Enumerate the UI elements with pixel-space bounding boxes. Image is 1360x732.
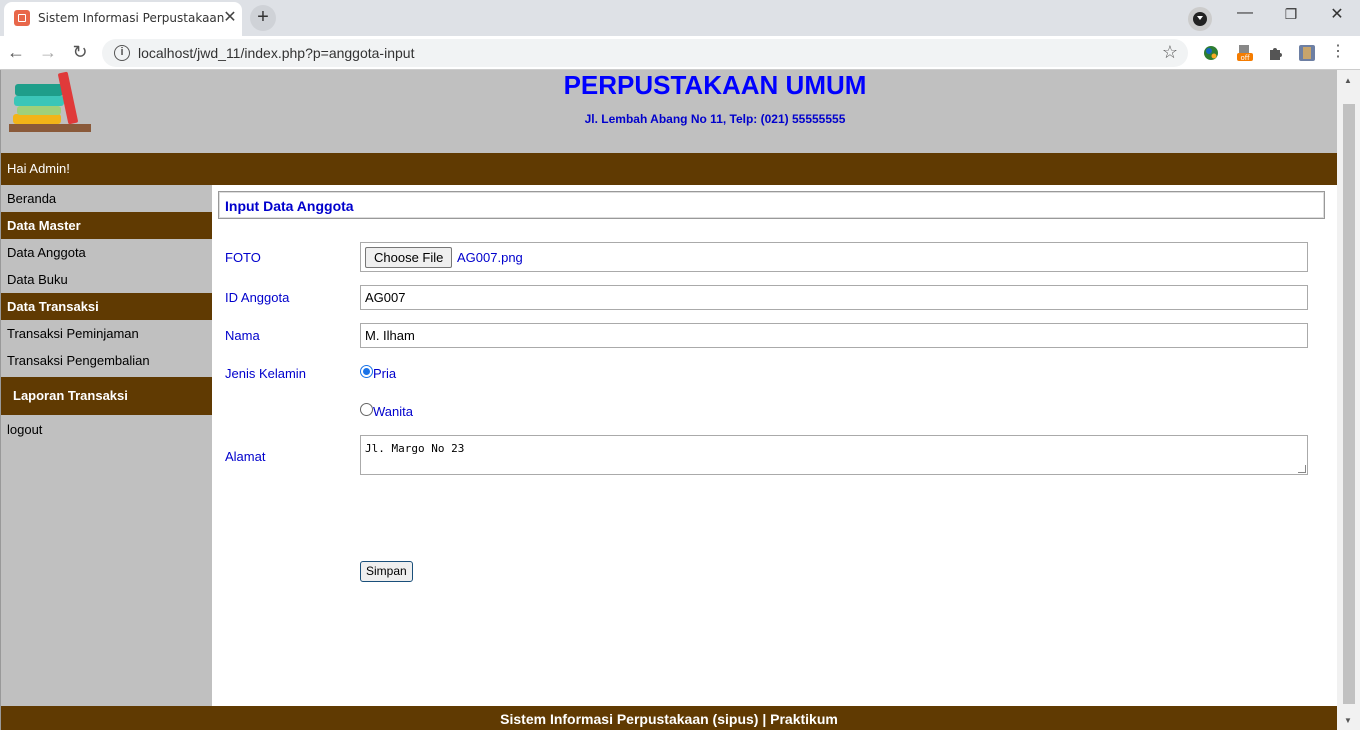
simpan-button[interactable]: Simpan: [360, 561, 413, 582]
nama-input[interactable]: M. Ilham: [360, 323, 1308, 348]
sidebar-item-data-buku[interactable]: Data Buku: [1, 266, 212, 293]
star-icon[interactable]: ☆: [1162, 42, 1178, 63]
alamat-label: Alamat: [225, 449, 266, 464]
close-window-icon[interactable]: ✕: [1322, 4, 1352, 24]
id-anggota-input[interactable]: AG007: [360, 285, 1308, 310]
close-tab-icon[interactable]: ✕: [220, 8, 240, 28]
jenis-kelamin-label: Jenis Kelamin: [225, 366, 306, 381]
radio-wanita-label[interactable]: Wanita: [373, 404, 413, 419]
site-header: PERPUSTAKAAN UMUM Jl. Lembah Abang No 11…: [1, 70, 1337, 153]
extensions-icon[interactable]: [1266, 44, 1284, 62]
off-extension-icon[interactable]: off: [1236, 44, 1254, 62]
profile-avatar-icon[interactable]: [1298, 44, 1316, 62]
alamat-text: Jl. Margo No 23: [365, 442, 465, 455]
new-tab-button[interactable]: +: [250, 5, 276, 31]
sidebar-item-logout[interactable]: logout: [1, 416, 212, 443]
form-title: Input Data Anggota: [218, 191, 1325, 219]
scrollbar-thumb[interactable]: [1343, 104, 1355, 704]
sidebar-item-laporan-transaksi[interactable]: Laporan Transaksi: [1, 377, 212, 415]
browser-tab[interactable]: Sistem Informasi Perpustakaan ✕: [4, 2, 242, 36]
maximize-icon[interactable]: ❐: [1276, 6, 1306, 23]
foto-label: FOTO: [225, 250, 261, 265]
address-bar[interactable]: i localhost/jwd_11/index.php?p=anggota-i…: [102, 39, 1188, 67]
svg-text:off: off: [1240, 54, 1249, 62]
site-title: PERPUSTAKAAN UMUM: [563, 70, 867, 100]
nama-label: Nama: [225, 328, 260, 343]
web-page: PERPUSTAKAAN UMUM Jl. Lembah Abang No 11…: [0, 70, 1337, 730]
browser-tabbar: Sistem Informasi Perpustakaan ✕ + — ❐ ✕: [0, 0, 1360, 36]
radio-pria-label[interactable]: Pria: [373, 366, 396, 381]
radio-wanita[interactable]: [360, 403, 373, 416]
sidebar-item-beranda[interactable]: Beranda: [1, 185, 212, 212]
alamat-textarea[interactable]: Jl. Margo No 23: [360, 435, 1308, 475]
id-anggota-label: ID Anggota: [225, 290, 290, 305]
forward-icon[interactable]: →: [36, 41, 60, 63]
file-name-text: AG007.png: [457, 250, 523, 265]
sidebar-item-transaksi-peminjaman[interactable]: Transaksi Peminjaman: [1, 320, 212, 347]
tab-title: Sistem Informasi Perpustakaan: [38, 11, 225, 25]
menu-kebab-icon[interactable]: ⋮: [1326, 41, 1350, 63]
sidebar: Beranda Data Master Data Anggota Data Bu…: [1, 185, 212, 706]
sidebar-item-transaksi-pengembalian[interactable]: Transaksi Pengembalian: [1, 347, 212, 374]
foto-file-field: Choose File AG007.png: [360, 242, 1308, 272]
sidebar-heading-data-transaksi: Data Transaksi: [1, 293, 212, 320]
site-address: Jl. Lembah Abang No 11, Telp: (021) 5555…: [584, 112, 846, 126]
minimize-icon[interactable]: —: [1230, 4, 1260, 22]
globe-extension-icon[interactable]: [1202, 44, 1220, 62]
resize-handle-icon[interactable]: [1298, 465, 1306, 473]
url-text[interactable]: localhost/jwd_11/index.php?p=anggota-inp…: [138, 45, 414, 61]
sidebar-item-data-anggota[interactable]: Data Anggota: [1, 239, 212, 266]
info-icon[interactable]: i: [114, 45, 130, 61]
greeting-bar: Hai Admin!: [1, 153, 1337, 185]
back-icon[interactable]: ←: [4, 41, 28, 63]
choose-file-button[interactable]: Choose File: [365, 247, 453, 268]
main-content: Input Data Anggota FOTO Choose File AG00…: [212, 185, 1337, 706]
scroll-up-icon[interactable]: ▲: [1344, 76, 1352, 85]
browser-toolbar: ← → ↻ i localhost/jwd_11/index.php?p=ang…: [0, 36, 1360, 70]
radio-pria[interactable]: [360, 365, 373, 378]
scroll-down-icon[interactable]: ▼: [1344, 716, 1352, 725]
site-footer: Sistem Informasi Perpustakaan (sipus) | …: [1, 706, 1337, 730]
reload-icon[interactable]: ↻: [68, 41, 92, 63]
favicon-icon: [14, 10, 30, 26]
sidebar-heading-data-master: Data Master: [1, 212, 212, 239]
page-scrollbar[interactable]: ▲ ▼: [1337, 70, 1360, 730]
tab-search-icon[interactable]: [1188, 7, 1212, 31]
